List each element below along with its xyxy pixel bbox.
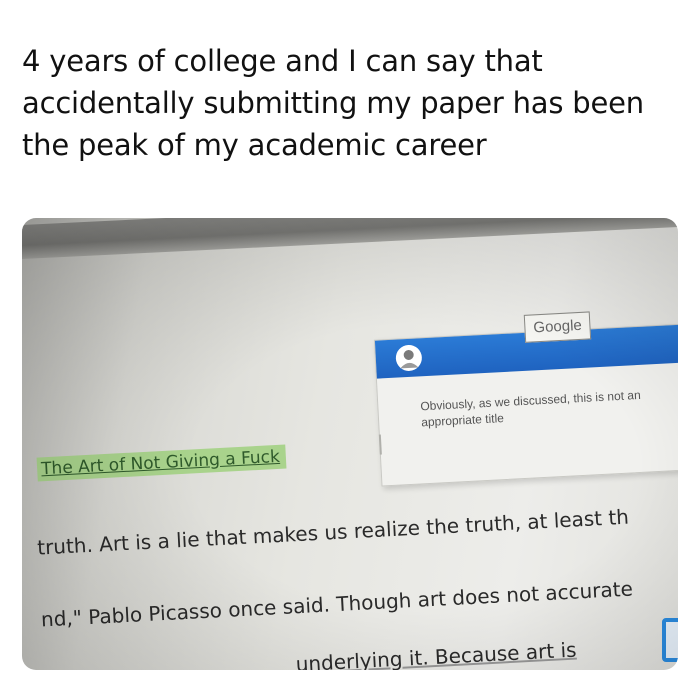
caption-line-3: the peak of my academic career bbox=[22, 128, 487, 162]
body-line-1: truth. Art is a lie that makes us realiz… bbox=[36, 504, 630, 560]
document-title[interactable]: The Art of Not Giving a Fuck bbox=[36, 444, 287, 482]
caption-line-1: 4 years of college and I can say that bbox=[22, 44, 543, 78]
document-view: Google Obviously, as we discussed, this … bbox=[22, 218, 678, 670]
comment-header: Google bbox=[374, 311, 678, 379]
comment-text: Obviously, as we discussed, this is not … bbox=[420, 383, 678, 431]
screen-photo: Google Obviously, as we discussed, this … bbox=[22, 218, 678, 670]
body-line-2: nd," Pablo Picasso once said. Though art… bbox=[40, 576, 634, 632]
google-badge[interactable]: Google bbox=[523, 311, 592, 343]
caption-line-2: accidentally submitting my paper has bee… bbox=[22, 86, 644, 120]
blue-tab-icon[interactable] bbox=[662, 618, 678, 662]
avatar-icon bbox=[395, 344, 422, 371]
body-line-3: underlying it. Because art is bbox=[295, 637, 578, 670]
comment-panel: Google Obviously, as we discussed, this … bbox=[373, 311, 678, 487]
post-caption: 4 years of college and I can say that ac… bbox=[22, 40, 682, 166]
